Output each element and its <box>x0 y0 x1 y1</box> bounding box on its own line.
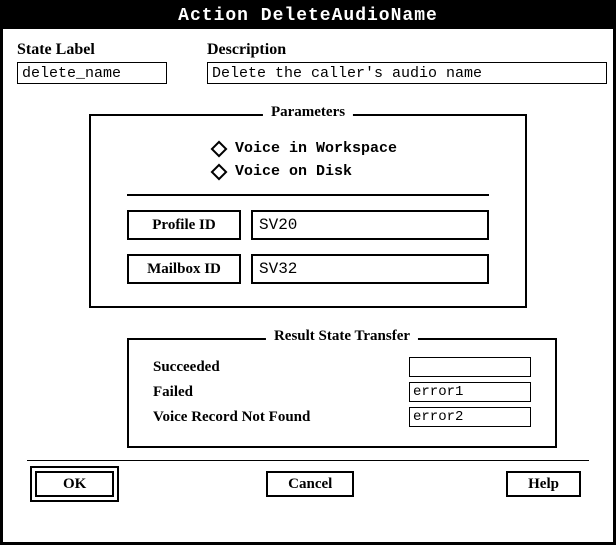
diamond-icon <box>211 163 228 180</box>
description-caption: Description <box>207 41 607 59</box>
top-row: State Label Description <box>17 41 599 84</box>
help-button[interactable]: Help <box>506 471 581 497</box>
parameters-legend: Parameters <box>263 104 353 121</box>
dialog-window: Action DeleteAudioName State Label Descr… <box>0 0 616 545</box>
profile-row: Profile ID <box>127 210 489 240</box>
state-label-caption: State Label <box>17 41 167 59</box>
parameters-fieldset: Parameters Voice in Workspace Voice on D… <box>89 114 527 308</box>
failed-row: Failed <box>153 382 531 402</box>
notfound-row: Voice Record Not Found <box>153 407 531 427</box>
radio-voice-disk-label: Voice on Disk <box>235 163 352 180</box>
result-state-fieldset: Result State Transfer Succeeded Failed V… <box>127 338 557 448</box>
mailbox-id-input[interactable] <box>251 254 489 284</box>
state-label-input[interactable] <box>17 62 167 84</box>
separator <box>127 194 489 196</box>
mailbox-row: Mailbox ID <box>127 254 489 284</box>
state-label-group: State Label <box>17 41 167 84</box>
profile-id-label: Profile ID <box>127 210 241 240</box>
window-title: Action DeleteAudioName <box>178 6 438 26</box>
notfound-input[interactable] <box>409 407 531 427</box>
profile-id-input[interactable] <box>251 210 489 240</box>
title-bar: Action DeleteAudioName <box>3 3 613 29</box>
description-input[interactable] <box>207 62 607 84</box>
result-state-legend: Result State Transfer <box>266 328 418 345</box>
diamond-icon <box>211 140 228 157</box>
failed-input[interactable] <box>409 382 531 402</box>
button-bar: OK Cancel Help <box>17 461 599 497</box>
radio-voice-workspace-label: Voice in Workspace <box>235 140 397 157</box>
radio-voice-workspace[interactable]: Voice in Workspace <box>213 140 503 157</box>
cancel-button[interactable]: Cancel <box>266 471 354 497</box>
succeeded-input[interactable] <box>409 357 531 377</box>
radio-voice-disk[interactable]: Voice on Disk <box>213 163 503 180</box>
succeeded-row: Succeeded <box>153 357 531 377</box>
description-group: Description <box>207 41 607 84</box>
notfound-label: Voice Record Not Found <box>153 409 409 426</box>
failed-label: Failed <box>153 384 409 401</box>
param-grid: Profile ID Mailbox ID <box>113 210 503 284</box>
ok-button[interactable]: OK <box>35 471 114 497</box>
mailbox-id-label: Mailbox ID <box>127 254 241 284</box>
radio-group: Voice in Workspace Voice on Disk <box>113 140 503 180</box>
content-area: State Label Description Parameters Voice… <box>3 29 613 497</box>
succeeded-label: Succeeded <box>153 359 409 376</box>
